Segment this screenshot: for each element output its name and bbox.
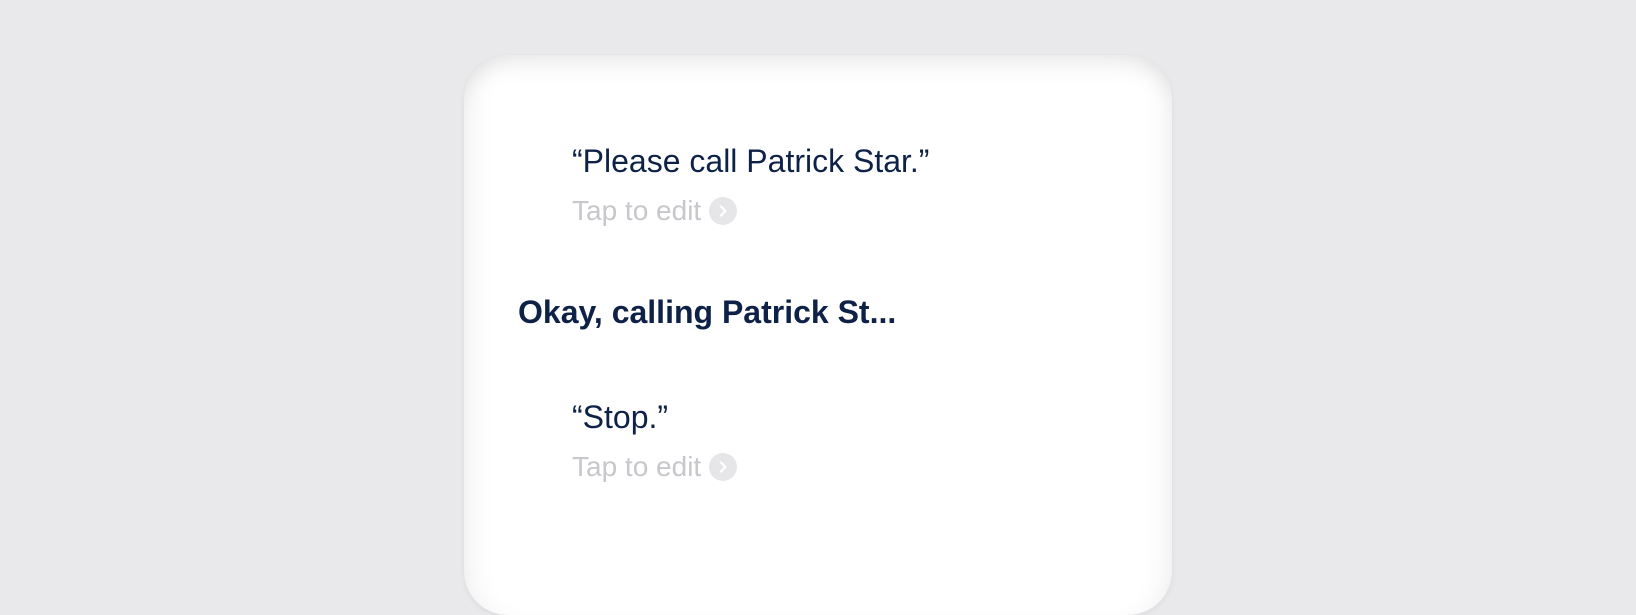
tap-to-edit-label: Tap to edit [572, 195, 702, 226]
tap-to-edit-first-query[interactable]: Tap to edit [572, 193, 738, 229]
tap-to-edit-second-query[interactable]: Tap to edit [572, 449, 738, 485]
tap-to-edit-label: Tap to edit [572, 451, 702, 482]
user-utterance-stop: “Stop.” [572, 399, 669, 435]
assistant-response-calling: Okay, calling Patrick St... [518, 294, 897, 330]
chevron-right-icon [709, 453, 738, 481]
assistant-conversation-card: “Please call Patrick Star.” Tap to edit … [464, 55, 1172, 615]
chevron-right-icon [709, 197, 738, 225]
user-utterance-please-call: “Please call Patrick Star.” [572, 143, 930, 179]
